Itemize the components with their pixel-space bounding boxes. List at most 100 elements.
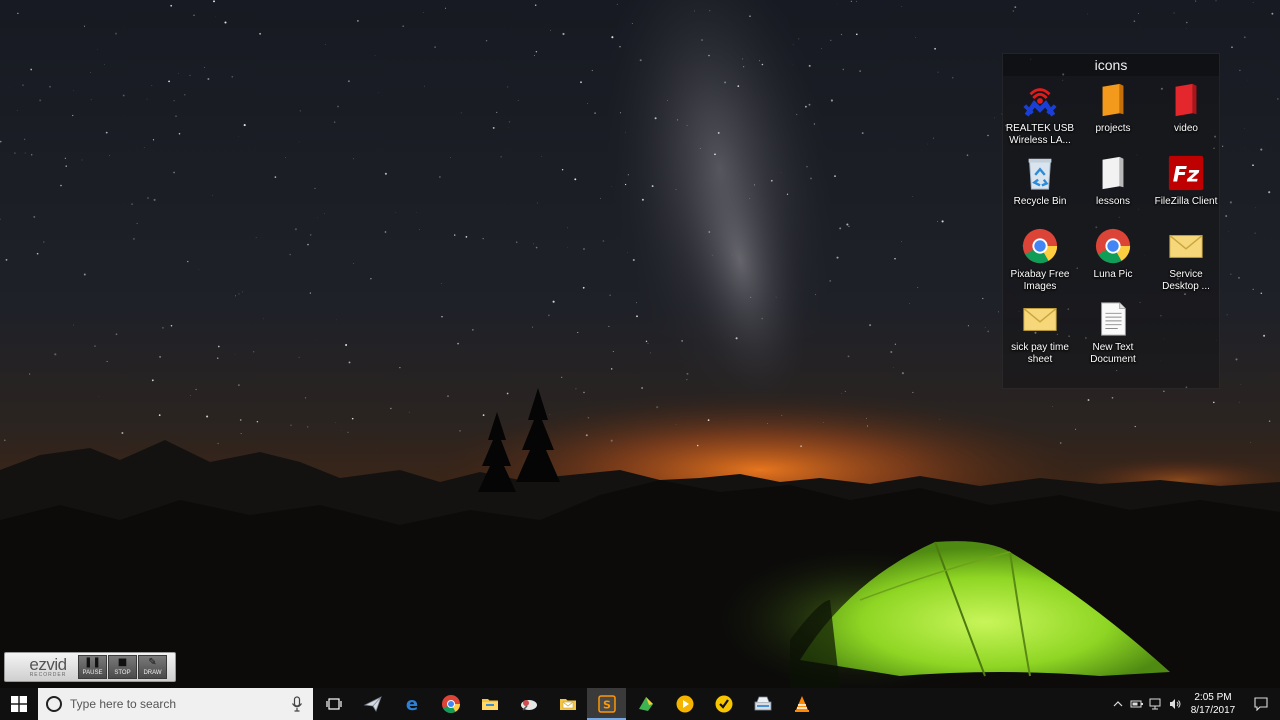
star: [582, 286, 585, 289]
star: [632, 258, 635, 262]
search-input[interactable]: [70, 697, 291, 711]
star: [334, 422, 336, 424]
icon-label: FileZilla Client: [1154, 196, 1218, 207]
clock-time: 2:05 PM: [1194, 692, 1232, 703]
star: [647, 342, 649, 344]
star: [193, 14, 195, 16]
desktop-icon-video[interactable]: video: [1150, 80, 1222, 153]
star: [39, 99, 42, 102]
star: [912, 391, 914, 393]
star: [36, 252, 39, 255]
desktop-icon-service-desktop[interactable]: Service Desktop ...: [1150, 226, 1222, 299]
star: [517, 99, 519, 101]
star: [315, 339, 317, 340]
star: [848, 225, 850, 228]
ezvid-draw-button[interactable]: ✎ DRAW: [138, 655, 167, 679]
star: [1260, 148, 1263, 151]
icon-label: sick pay time sheet: [1011, 342, 1069, 365]
taskbar-app-chrome[interactable]: [431, 688, 470, 720]
star: [915, 37, 917, 38]
taskbar-app-norton[interactable]: [704, 688, 743, 720]
pencil-icon: ✎: [148, 657, 157, 668]
ezvid-pause-button[interactable]: ❚❚ PAUSE: [78, 655, 107, 679]
show-hidden-icons-button[interactable]: [1108, 688, 1127, 720]
star: [1250, 442, 1252, 444]
taskbar-app-edge[interactable]: e: [392, 688, 431, 720]
desktop-icon-recycle-bin[interactable]: Recycle Bin: [1004, 153, 1076, 226]
star: [631, 22, 633, 24]
star: [675, 424, 677, 425]
icon-label: Recycle Bin: [1013, 196, 1067, 207]
action-center-button[interactable]: [1242, 688, 1280, 720]
media-player-icon: [676, 695, 693, 713]
taskbar-app-mail-folder[interactable]: [548, 688, 587, 720]
taskbar-app-media-player[interactable]: [665, 688, 704, 720]
star: [951, 76, 954, 79]
mail-folder-icon: [559, 699, 576, 710]
icon-label: REALTEK USB Wireless LA...: [1005, 123, 1075, 146]
desktop-icon-lessons[interactable]: lessons: [1077, 153, 1149, 226]
star: [587, 416, 590, 419]
fence-title[interactable]: icons: [1003, 54, 1219, 76]
taskbar-clock[interactable]: 2:05 PM 8/17/2017: [1184, 691, 1242, 717]
taskbar-search-box[interactable]: [38, 688, 313, 720]
star: [143, 147, 145, 148]
taskbar-app-vlc[interactable]: [782, 688, 821, 720]
star: [146, 98, 148, 100]
microphone-icon[interactable]: [291, 696, 303, 712]
star: [841, 392, 842, 394]
star: [309, 292, 311, 294]
star: [5, 259, 8, 261]
star: [711, 254, 713, 256]
star: [708, 54, 710, 57]
star: [81, 159, 83, 161]
taskbar-app-paper-plane[interactable]: [353, 688, 392, 720]
battery-plug-icon: [1130, 700, 1143, 708]
star: [168, 80, 171, 83]
taskbar-app-scanner[interactable]: [743, 688, 782, 720]
star: [217, 442, 219, 445]
star: [1260, 292, 1263, 294]
star: [1268, 191, 1271, 194]
desktop-icon-new-text-document[interactable]: New Text Document: [1077, 299, 1149, 372]
chrome-icon: [1093, 226, 1133, 266]
desktop-icon-sick-pay[interactable]: sick pay time sheet: [1004, 299, 1076, 372]
desktop-icon-fence[interactable]: icons REALTEK USB Wireless LA... project…: [1002, 53, 1220, 389]
star: [395, 212, 397, 213]
ezvid-logo: ezvid RECORDER: [29, 655, 67, 678]
star: [399, 366, 401, 369]
star: [189, 74, 191, 76]
desktop-icon-filezilla[interactable]: Fz FileZilla Client: [1150, 153, 1222, 226]
star: [90, 72, 91, 73]
start-button[interactable]: [0, 688, 38, 720]
desktop-icon-pixabay[interactable]: Pixabay Free Images: [1004, 226, 1076, 299]
star: [619, 112, 622, 114]
star: [735, 337, 738, 340]
star: [347, 80, 350, 83]
battery-tray-button[interactable]: [1127, 688, 1146, 720]
desktop-icon-luna-pic[interactable]: Luna Pic: [1077, 226, 1149, 299]
volume-tray-button[interactable]: [1165, 688, 1184, 720]
star: [170, 325, 173, 327]
network-tray-button[interactable]: [1146, 688, 1165, 720]
taskbar-app-cloud[interactable]: [509, 688, 548, 720]
star: [457, 342, 460, 345]
taskbar-app-green[interactable]: [626, 688, 665, 720]
star: [4, 439, 6, 442]
cortana-icon[interactable]: [46, 696, 62, 712]
taskbar-app-sublime-text[interactable]: S: [587, 688, 626, 720]
star: [934, 47, 936, 50]
star: [1238, 277, 1240, 279]
star: [686, 125, 688, 127]
desktop-icon-projects[interactable]: projects: [1077, 80, 1149, 153]
star: [151, 379, 154, 382]
ezvid-stop-button[interactable]: ■ STOP: [108, 655, 137, 679]
star: [937, 220, 938, 222]
taskbar-app-file-explorer[interactable]: [470, 688, 509, 720]
star: [1238, 401, 1240, 403]
star: [574, 178, 577, 181]
task-view-button[interactable]: [314, 688, 353, 720]
desktop-icon-realtek[interactable]: REALTEK USB Wireless LA...: [1004, 80, 1076, 153]
star: [749, 15, 751, 17]
star: [454, 234, 456, 236]
